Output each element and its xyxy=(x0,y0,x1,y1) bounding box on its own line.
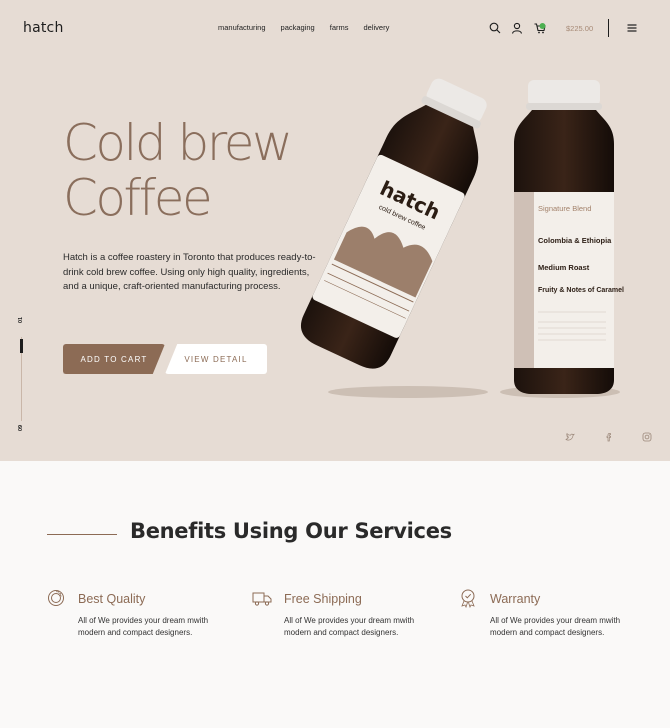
bottle-origin: Colombia & Ethiopia xyxy=(538,236,612,245)
logo[interactable]: hatch xyxy=(23,20,64,36)
nav-delivery[interactable]: delivery xyxy=(363,23,389,32)
benefit-text: All of We provides your dream mwith mode… xyxy=(490,616,621,637)
slide-current: 01 xyxy=(18,316,24,323)
benefit-title: Warranty xyxy=(490,592,541,606)
hero-section: hatch manufacturing packaging farms deli… xyxy=(0,0,670,461)
benefit-text: All of We provides your dream mwith mode… xyxy=(78,616,209,637)
product-bottles: hatch cold brew coffee Signature Blend C… xyxy=(300,78,624,398)
benefit-title: Best Quality xyxy=(78,592,146,606)
medal-icon xyxy=(461,589,475,608)
twitter-icon[interactable] xyxy=(565,432,575,442)
benefits-title-line xyxy=(47,534,117,535)
truck-icon xyxy=(252,592,272,606)
main-nav: manufacturing packaging farms delivery xyxy=(218,23,389,32)
benefit-text: All of We provides your dream mwith mode… xyxy=(284,616,415,637)
nav-farms[interactable]: farms xyxy=(330,23,349,32)
hero-title-line2: Coffee xyxy=(63,169,213,227)
hero-title-line1: Cold brew xyxy=(63,114,293,172)
view-detail-button[interactable]: VIEW DETAIL xyxy=(165,344,267,374)
badge-icon xyxy=(48,590,64,606)
instagram-icon[interactable] xyxy=(642,432,652,442)
bottle-notes: Fruity & Notes of Caramel xyxy=(538,287,624,294)
hero-title: Cold brew Coffee xyxy=(63,114,293,227)
nav-packaging[interactable]: packaging xyxy=(281,23,315,32)
user-icon[interactable] xyxy=(511,22,523,34)
slide-total: 09 xyxy=(18,424,24,431)
header-divider xyxy=(608,19,610,37)
menu-icon[interactable] xyxy=(626,22,638,34)
hero-description: Hatch is a coffee roastery in Toronto th… xyxy=(63,252,316,292)
search-icon[interactable] xyxy=(489,22,501,34)
benefits-title: Benefits Using Our Services xyxy=(130,519,452,543)
cart-total: $225.00 xyxy=(566,24,594,33)
cart-icon[interactable] xyxy=(534,22,546,34)
bottle-profile: Medium Roast xyxy=(538,263,590,272)
slide-progress-fill xyxy=(20,339,23,353)
benefit-title: Free Shipping xyxy=(284,592,362,606)
facebook-icon[interactable] xyxy=(604,432,614,442)
nav-manufacturing[interactable]: manufacturing xyxy=(218,23,266,32)
bottle-blend: Signature Blend xyxy=(538,204,591,213)
add-to-cart-button[interactable]: ADD TO CART xyxy=(63,344,165,374)
